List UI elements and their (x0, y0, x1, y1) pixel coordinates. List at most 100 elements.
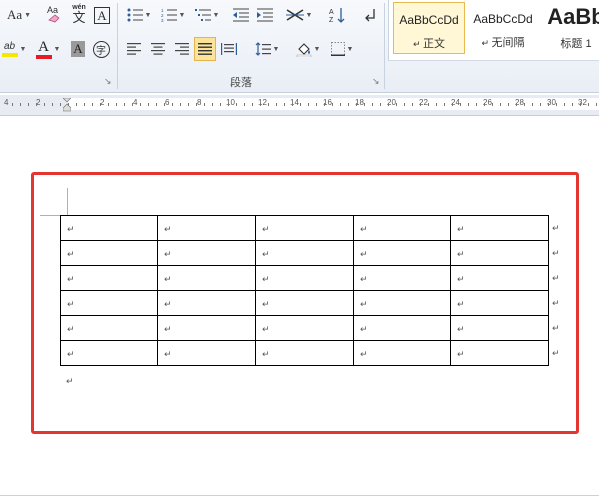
table-cell[interactable]: ↵ (450, 215, 549, 241)
sort-button[interactable]: AZ (327, 4, 349, 26)
indent-marker-icon[interactable] (62, 97, 72, 112)
row-end-mark: ↵ (552, 348, 560, 358)
paragraph-dialog-launcher-icon[interactable]: ↘ (372, 76, 380, 87)
chevron-down-icon: ▼ (346, 45, 354, 53)
style-heading-1[interactable]: AaBb 标题 1 (541, 2, 599, 54)
line-spacing-button[interactable]: ▼ (252, 38, 282, 60)
ruler-tick (292, 103, 293, 106)
ruler-tick (156, 103, 157, 106)
style-name-text: 正文 (423, 38, 446, 50)
numbering-icon: 123 (161, 8, 177, 22)
text-highlight-button[interactable]: ab ▼ (0, 38, 28, 60)
font-dialog-launcher-icon[interactable]: ↘ (104, 76, 112, 87)
ruler-tick (260, 103, 261, 106)
ruler-tick (444, 103, 445, 106)
table-cell[interactable]: ↵ (255, 340, 354, 366)
style-normal[interactable]: AaBbCcDd ↵ 正文 (393, 2, 465, 54)
table-cell[interactable]: ↵ (353, 315, 451, 341)
table-cell[interactable]: ↵ (450, 340, 549, 366)
cell-end-mark: ↵ (67, 349, 75, 359)
phonetic-guide-button[interactable]: wén 文 (68, 3, 90, 25)
table-cell[interactable]: ↵ (353, 340, 451, 366)
row-end-mark: ↵ (552, 273, 560, 283)
table-cell[interactable]: ↵ (450, 240, 549, 266)
table-cell[interactable]: ↵ (60, 340, 158, 366)
increase-indent-button[interactable] (255, 4, 275, 26)
table-cell[interactable]: ↵ (353, 215, 451, 241)
multilevel-list-icon (194, 9, 211, 21)
ruler-tick (84, 103, 85, 106)
align-center-button[interactable] (148, 38, 168, 60)
ruler-tick (460, 103, 461, 106)
align-right-button[interactable] (172, 38, 192, 60)
increase-indent-icon (257, 8, 273, 22)
borders-icon (330, 42, 345, 56)
clear-format-icon: Aa (47, 5, 60, 23)
show-marks-button[interactable] (360, 4, 380, 26)
ruler-tick (180, 103, 181, 106)
table-cell[interactable]: ↵ (450, 265, 549, 291)
multilevel-list-button[interactable]: ▼ (192, 4, 222, 26)
chevron-down-icon: ▼ (144, 11, 152, 19)
table-cell[interactable]: ↵ (450, 315, 549, 341)
bullets-button[interactable]: ▼ (124, 4, 154, 26)
table-cell[interactable]: ↵ (157, 315, 256, 341)
table-cell[interactable]: ↵ (157, 340, 256, 366)
ruler-tick (452, 103, 453, 106)
clear-format-button[interactable]: Aa (44, 3, 66, 25)
table-cell[interactable]: ↵ (255, 240, 354, 266)
change-case-label: Aa (6, 7, 23, 22)
table-cell[interactable]: ↵ (60, 265, 158, 291)
font-color-button[interactable]: A ▼ (33, 38, 63, 60)
ruler-tick (124, 103, 125, 106)
ruler-tick (140, 103, 141, 106)
change-case-button[interactable]: Aa ▼ (2, 4, 36, 26)
table-cell[interactable]: ↵ (255, 215, 354, 241)
chevron-down-icon: ▼ (212, 11, 220, 19)
table-cell[interactable]: ↵ (157, 290, 256, 316)
justify-button[interactable] (194, 37, 216, 61)
table-cell[interactable]: ↵ (60, 215, 158, 241)
table-cell[interactable]: ↵ (157, 240, 256, 266)
numbering-button[interactable]: 123 ▼ (158, 4, 188, 26)
table-cell[interactable]: ↵ (450, 290, 549, 316)
font-color-label: A (38, 38, 49, 55)
ruler-tick (220, 103, 221, 106)
table-cell[interactable]: ↵ (353, 265, 451, 291)
table-cell[interactable]: ↵ (60, 315, 158, 341)
style-preview: AaBbCcDd (399, 13, 459, 27)
distributed-button[interactable] (219, 38, 239, 60)
decrease-indent-button[interactable] (231, 4, 251, 26)
ruler-tick (212, 103, 213, 106)
chinese-layout-button[interactable]: ▼ (284, 4, 314, 26)
cell-end-mark: ↵ (67, 324, 75, 334)
cell-end-mark: ↵ (457, 349, 465, 359)
table-cell[interactable]: ↵ (157, 215, 256, 241)
table-cell[interactable]: ↵ (255, 265, 354, 291)
borders-button[interactable]: ▼ (327, 38, 357, 60)
document-table[interactable]: ↵ ↵ ↵ ↵ ↵ ↵ ↵ ↵ ↵ ↵ ↵ ↵ ↵ ↵ ↵ ↵ ↵ ↵ ↵ ↵ ↵ ↵ ↵ ↵ ↵ ↵ ↵ ↵ ↵ ↵ (60, 215, 549, 366)
cell-end-mark: ↵ (164, 274, 172, 284)
table-cell[interactable]: ↵ (157, 265, 256, 291)
table-row: ↵ ↵ ↵ ↵ ↵ (60, 340, 549, 366)
character-border-button[interactable]: A (93, 4, 111, 26)
horizontal-ruler[interactable]: 42246810121416182022242628303234 (0, 95, 599, 116)
svg-text:Aa: Aa (47, 5, 58, 15)
ruler-tick (548, 103, 549, 106)
table-cell[interactable]: ↵ (255, 290, 354, 316)
table-cell[interactable]: ↵ (353, 240, 451, 266)
ruler-tick (284, 103, 285, 106)
table-cell[interactable]: ↵ (60, 240, 158, 266)
table-cell[interactable]: ↵ (353, 290, 451, 316)
ruler-tick (300, 103, 301, 106)
ruler-tick (540, 103, 541, 106)
style-no-spacing[interactable]: AaBbCcDd ↵ 无间隔 (467, 2, 539, 54)
enclose-characters-button[interactable]: 字 (91, 38, 111, 60)
shading-button[interactable]: ▼ (293, 38, 323, 60)
table-cell[interactable]: ↵ (255, 315, 354, 341)
ruler-tick (380, 103, 381, 106)
character-shading-button[interactable]: A (68, 38, 88, 60)
paragraph-mark: ↵ (66, 376, 74, 386)
table-cell[interactable]: ↵ (60, 290, 158, 316)
align-left-button[interactable] (124, 38, 144, 60)
